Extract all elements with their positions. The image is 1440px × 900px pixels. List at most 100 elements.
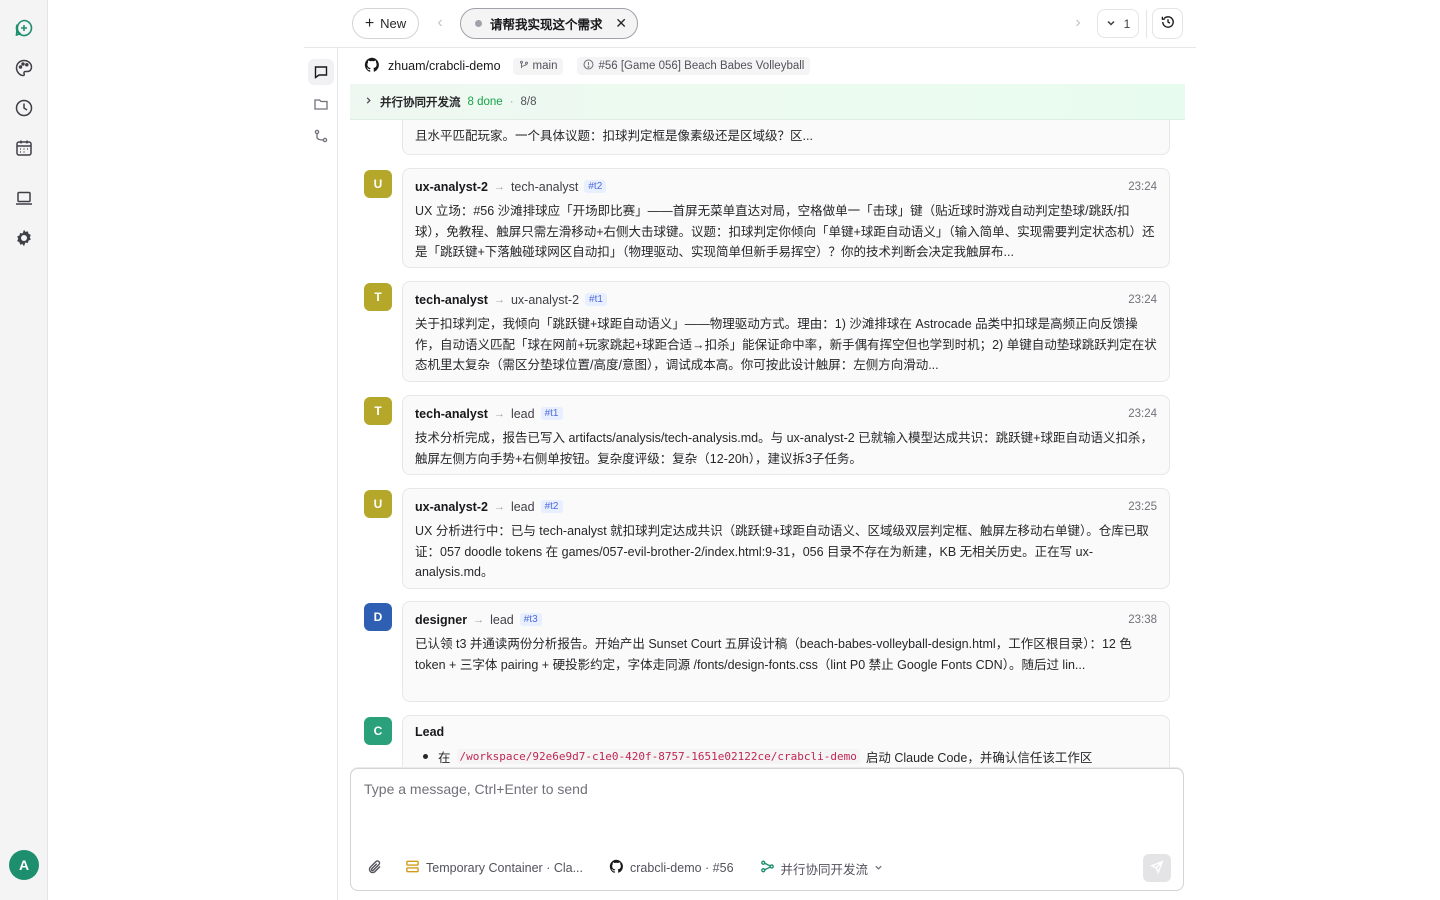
chevron-down-icon (874, 861, 883, 875)
lead-step-item: 在 /workspace/92e6e9d7-c1e0-420f-8757-165… (415, 747, 1157, 766)
history-icon[interactable] (12, 96, 36, 120)
message-recipient: lead (490, 612, 514, 627)
message-input[interactable] (364, 781, 1164, 797)
branch-name: main (532, 60, 558, 72)
composer-toolbar: Temporary Container · Cla... crabcli-dem… (367, 857, 897, 879)
issue-icon (583, 59, 594, 73)
message-recipient: lead (510, 406, 535, 421)
tabs-prev-icon[interactable]: ‹ (430, 13, 450, 33)
message-time: 23:24 (1128, 293, 1157, 306)
message-sender: tech-analyst (415, 292, 488, 307)
repo-selector-label: crabcli-demo · #56 (630, 861, 734, 875)
close-icon[interactable]: ✕ (615, 15, 627, 32)
message-sender: designer (415, 612, 468, 627)
message-card: ux-analyst-2 → lead #t2 23:25 UX 分析进行中：已… (402, 488, 1170, 589)
message-recipient: ux-analyst-2 (510, 292, 580, 307)
history-button[interactable] (1152, 8, 1183, 39)
left-rail: A (0, 0, 48, 900)
message-time: 23:25 (1128, 500, 1157, 513)
branch-badge[interactable]: main (512, 57, 564, 75)
session-tab-title: 请帮我实现这个需求 (490, 18, 603, 32)
workflow-icon (760, 859, 775, 877)
tabs-dropdown-button[interactable]: 1 (1097, 9, 1139, 38)
top-bar: + New ‹ 请帮我实现这个需求 ✕ › 1 (304, 0, 1196, 48)
agent-avatar: T (364, 397, 392, 425)
topbar-divider (1146, 10, 1147, 38)
repo-bar: zhuam/crabcli-demo main #56 [Game 056] B… (364, 56, 811, 76)
container-selector[interactable]: Temporary Container · Cla... (405, 859, 583, 877)
workflow-progress: 8/8 (520, 95, 537, 108)
repo-selector[interactable]: crabcli-demo · #56 (609, 859, 734, 877)
chevron-right-icon (364, 96, 373, 108)
lead-step-suffix: 启动 Claude Code，并确认信任该工作区 (865, 751, 1093, 765)
bullet-icon (423, 754, 428, 759)
message-body: 技术分析完成，报告已写入 artifacts/analysis/tech-ana… (415, 431, 1153, 466)
lead-message-card: Lead 在 /workspace/92e6e9d7-c1e0-420f-875… (402, 715, 1170, 768)
workflow-status-banner[interactable]: 并行协同开发流 8 done · 8/8 (350, 84, 1185, 120)
send-button[interactable] (1143, 854, 1171, 882)
message-recipient: lead (510, 499, 535, 514)
agent-avatar: U (364, 490, 392, 518)
tab-status-dot (475, 20, 482, 27)
session-tab[interactable]: 请帮我实现这个需求 ✕ (460, 8, 638, 39)
workflow-title: 并行协同开发流 (380, 96, 461, 109)
task-tag[interactable]: #t3 (519, 613, 542, 626)
message-sender: ux-analyst-2 (415, 499, 488, 514)
palette-icon[interactable] (12, 56, 36, 80)
message-list[interactable]: 且水平匹配玩家。一个具体议题：扣球判定框是像素级还是区域级？区... U ux-… (350, 120, 1185, 768)
history-icon (1160, 14, 1176, 33)
workflow-selector[interactable]: 并行协同开发流 (760, 859, 884, 878)
message-card: designer → lead #t3 23:38 已认领 t3 并通读两份分析… (402, 601, 1170, 702)
chat-view-icon[interactable] (308, 59, 334, 85)
workflow-selector-label: 并行协同开发流 (780, 862, 869, 877)
lead-step-prefix: 在 (438, 751, 451, 765)
github-icon (364, 57, 380, 76)
message-composer: Temporary Container · Cla... crabcli-dem… (350, 768, 1184, 891)
send-icon (1150, 860, 1164, 877)
settings-icon[interactable] (12, 226, 36, 250)
arrow-right-icon: → (473, 613, 485, 626)
issue-badge[interactable]: #56 [Game 056] Beach Babes Volleyball (577, 57, 811, 75)
task-tag[interactable]: #t2 (584, 180, 607, 193)
folder-icon[interactable] (308, 91, 334, 117)
panel-divider (337, 48, 338, 900)
laptop-icon[interactable] (12, 186, 36, 210)
message-time: 23:24 (1128, 180, 1157, 193)
tab-count: 1 (1123, 16, 1131, 31)
user-avatar[interactable]: A (9, 850, 39, 880)
branch-icon (519, 60, 529, 73)
git-branch-icon[interactable] (308, 123, 334, 149)
agent-avatar: D (364, 603, 392, 631)
workflow-done-count: 8 done (467, 95, 503, 108)
arrow-right-icon: → (493, 293, 505, 306)
tabs-next-icon[interactable]: › (1068, 13, 1088, 33)
agent-avatar: U (364, 170, 392, 198)
task-tag[interactable]: #t1 (540, 407, 563, 420)
message-card: ux-analyst-2 → tech-analyst #t2 23:24 UX… (402, 168, 1170, 268)
issue-title: #56 [Game 056] Beach Babes Volleyball (598, 60, 805, 72)
new-chat-icon[interactable] (12, 16, 36, 40)
new-session-label: New (380, 16, 407, 31)
repo-name-link[interactable]: zhuam/crabcli-demo (388, 59, 501, 73)
task-tag[interactable]: #t2 (540, 500, 563, 513)
message-body: 且水平匹配玩家。一个具体议题：扣球判定框是像素级还是区域级？区... (415, 129, 813, 143)
agent-avatar: T (364, 283, 392, 311)
message-body: 关于扣球判定，我倾向「跳跃键+球距自动语义」——物理驱动方式。理由：1) 沙滩排… (415, 317, 1157, 372)
new-session-button[interactable]: + New (352, 8, 419, 39)
workspace-path: /workspace/92e6e9d7-c1e0-420f-8757-1651e… (456, 749, 860, 764)
container-icon (405, 859, 420, 877)
chevron-down-icon (1106, 17, 1116, 31)
arrow-right-icon: → (493, 407, 505, 420)
attach-icon[interactable] (367, 859, 383, 878)
task-tag[interactable]: #t1 (585, 293, 607, 306)
calendar-icon[interactable] (12, 136, 36, 160)
container-label: Temporary Container · Cla... (426, 861, 584, 875)
plus-icon: + (364, 14, 375, 32)
lead-name: Lead (415, 725, 445, 739)
message-recipient: tech-analyst (510, 179, 579, 194)
message-time: 23:24 (1128, 407, 1157, 420)
lead-avatar: C (364, 717, 392, 745)
github-icon (609, 859, 624, 877)
arrow-right-icon: → (493, 180, 505, 193)
message-body: UX 立场：#56 沙滩排球应「开场即比赛」——首屏无菜单直达对局，空格做单一「… (415, 204, 1155, 259)
